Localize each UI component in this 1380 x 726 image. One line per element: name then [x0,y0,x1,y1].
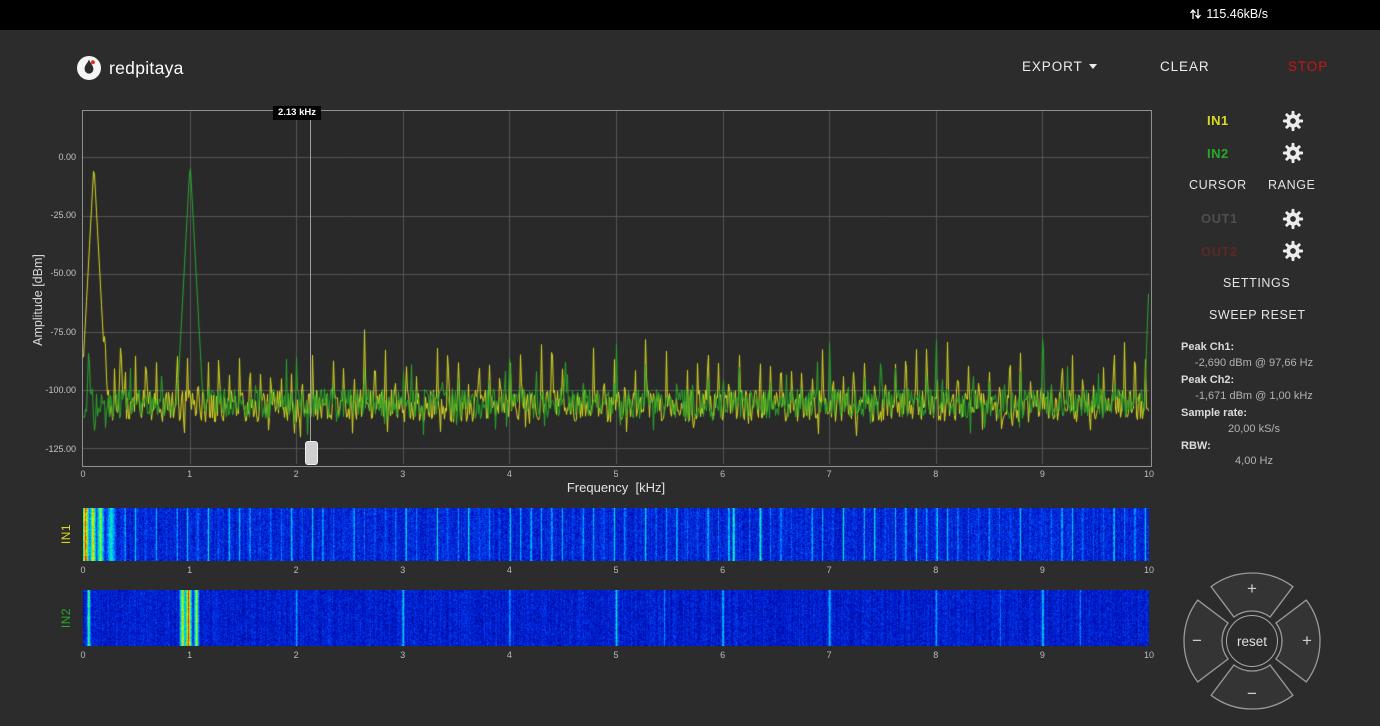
y-tick-label: 0.00 [58,151,76,162]
waterfall-in2-tick-row: 0 1 2 3 4 5 6 7 8 9 10 [80,650,1154,662]
x-tick-label: 3 [400,565,406,575]
in2-settings-gear-icon[interactable] [1282,142,1304,164]
peak-ch2-value: -1,671 dBm @ 1,00 kHz [1195,390,1313,402]
x-tick-label: 6 [720,650,726,660]
x-tick-label: 8 [933,469,939,479]
caret-down-icon [1088,64,1097,69]
peak-ch1-value: -2,690 dBm @ 97,66 Hz [1194,357,1314,369]
joystick-right-button[interactable]: + [1302,631,1312,651]
rbw-label: RBW: [1181,440,1211,452]
sample-rate-label: Sample rate: [1181,407,1248,419]
x-tick-label: 6 [720,469,726,479]
y-tick-label: -50.00 [50,268,76,279]
x-tick-label: 0 [80,469,86,479]
y-tick-label: -75.00 [50,326,76,337]
x-tick-label: 10 [1143,469,1155,479]
logo-text: redpitaya [109,57,184,78]
clear-button[interactable]: CLEAR [1160,59,1210,74]
x-tick-label: 9 [1039,650,1045,660]
x-tick-label: 5 [613,565,619,575]
joystick-down-button[interactable]: − [1247,684,1257,704]
rbw-value: 4,00 Hz [1235,455,1273,467]
y-tick-labels: 0.00 -25.00 -50.00 -75.00 -100.00 -125.00 [38,110,78,465]
cursor-button[interactable]: CURSOR [1189,178,1247,192]
sample-rate-value: 20,00 kS/s [1228,423,1280,435]
waterfall-in1-canvas [83,508,1149,561]
x-tick-label: 0 [80,565,86,575]
y-tick-label: -25.00 [50,210,76,221]
x-tick-label: 4 [506,469,512,479]
x-tick-label: 8 [933,650,939,660]
network-updown-arrows-icon [1190,8,1202,20]
export-label: EXPORT [1022,59,1083,74]
y-tick-label: -125.00 [45,443,76,454]
x-tick-label: 6 [720,565,726,575]
x-tick-label: 3 [400,469,406,479]
x-tick-label: 9 [1039,469,1045,479]
channel-out2-button[interactable]: OUT2 [1201,244,1238,259]
reset-button[interactable]: reset [1226,615,1278,667]
x-tick-label: 2 [293,650,299,660]
sweep-reset-button[interactable]: SWEEP RESET [1209,308,1306,322]
x-tick-label: 9 [1039,565,1045,575]
x-tick-label: 4 [506,650,512,660]
x-tick-label: 7 [826,565,832,575]
x-tick-label: 1 [187,650,193,660]
joystick-left-button[interactable]: − [1192,631,1202,651]
joystick-segment-right[interactable] [1275,599,1321,683]
settings-button[interactable]: SETTINGS [1223,276,1290,290]
stop-button[interactable]: STOP [1288,59,1328,74]
network-speed: 115.46kB/s [1206,7,1268,21]
x-tick-label: 3 [400,650,406,660]
x-tick-label: 0 [80,650,86,660]
spectrum-plot: 2.13 kHz [82,106,1152,467]
out1-settings-gear-icon[interactable] [1282,208,1304,230]
waterfall-in1-tick-row: 0 1 2 3 4 5 6 7 8 9 10 [80,565,1154,577]
x-tick-label: 2 [293,469,299,479]
redpitaya-flame-icon [77,56,101,80]
x-tick-label: 8 [933,565,939,575]
out2-settings-gear-icon[interactable] [1282,240,1304,262]
export-button[interactable]: EXPORT [1022,59,1097,74]
waterfall-in2-canvas [83,590,1149,646]
waterfall-in1-label: IN1 [59,523,73,545]
joystick-segment-left[interactable] [1183,599,1229,683]
cursor-frequency-label: 2.13 kHz [272,106,321,120]
channel-out1-button[interactable]: OUT1 [1201,211,1238,226]
peak-ch2-label: Peak Ch2: [1181,374,1235,386]
x-axis-title: Frequency [kHz] [566,480,666,495]
x-tick-label: 4 [506,565,512,575]
x-tick-label: 5 [613,650,619,660]
range-button[interactable]: RANGE [1268,178,1315,192]
x-tick-label: 10 [1143,565,1155,575]
logo: redpitaya [76,55,184,81]
x-tick-label: 1 [187,469,193,479]
cursor-handle[interactable] [305,441,318,465]
channel-in2-button[interactable]: IN2 [1207,146,1229,161]
channel-in1-button[interactable]: IN1 [1207,113,1229,128]
spectrum-canvas[interactable] [83,111,1149,464]
joystick-up-button[interactable]: + [1247,579,1257,599]
x-tick-label: 1 [187,565,193,575]
x-tick-label: 7 [826,469,832,479]
cursor-line[interactable] [310,111,311,464]
peak-ch1-label: Peak Ch1: [1181,341,1235,353]
network-status: 115.46kB/s [1189,7,1268,21]
statusbar: 115.46kB/s [0,0,1380,30]
x-tick-label: 5 [613,469,619,479]
x-tick-label: 7 [826,650,832,660]
x-tick-label: 2 [293,565,299,575]
y-tick-label: -100.00 [45,385,76,396]
waterfall-in2-label: IN2 [59,607,73,629]
x-tick-label: 10 [1143,650,1155,660]
in1-settings-gear-icon[interactable] [1282,110,1304,132]
